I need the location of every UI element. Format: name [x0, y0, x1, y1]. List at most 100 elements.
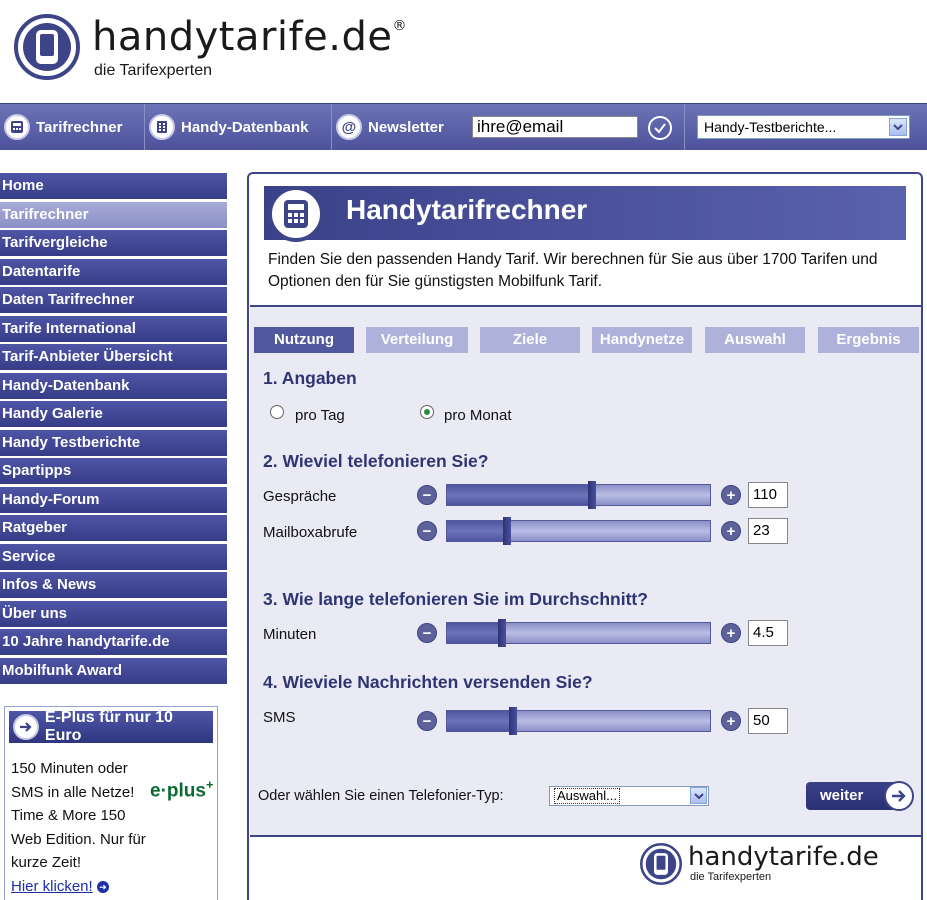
sidebar-item-handy-datenbank[interactable]: Handy-Datenbank	[0, 372, 227, 399]
tab-nutzung[interactable]: Nutzung	[254, 327, 354, 353]
newsletter-email-input[interactable]: ihre@email	[472, 116, 638, 138]
chevron-down-icon[interactable]	[690, 787, 707, 804]
mailboxabrufe-slider[interactable]	[446, 517, 711, 545]
promo-link[interactable]: Hier klicken!	[11, 878, 93, 895]
minuten-slider[interactable]	[446, 619, 711, 647]
panel-title-bar: Handytarifrechner	[264, 186, 906, 240]
tab-auswahl[interactable]: Auswahl	[705, 327, 805, 353]
section-angaben-heading: 1. Angaben	[263, 368, 357, 388]
mailboxabrufe-plus-icon[interactable]: +	[721, 521, 741, 541]
topnav-handy-datenbank-label: Handy-Datenbank	[181, 118, 309, 136]
sidebar-item-infos-news[interactable]: Infos & News	[0, 572, 227, 598]
calculator-icon	[4, 114, 30, 140]
sidebar-item-tarif-anbieter[interactable]: Tarif-Anbieter Übersicht	[0, 344, 227, 370]
calculator-icon	[268, 186, 324, 242]
arrow-right-icon	[884, 781, 914, 811]
mailboxabrufe-input[interactable]: 23	[748, 518, 788, 544]
arrow-right-icon	[13, 714, 39, 740]
minuten-minus-icon[interactable]: −	[417, 623, 437, 643]
sms-plus-icon[interactable]: +	[721, 711, 741, 731]
minuten-label: Minuten	[263, 626, 317, 643]
telefonier-typ-select[interactable]: Auswahl...	[549, 786, 709, 806]
newsletter-submit-check-icon[interactable]	[648, 116, 672, 140]
radio-pro-tag-label[interactable]: pro Tag	[295, 407, 345, 424]
tab-verteilung[interactable]: Verteilung	[366, 327, 468, 353]
sidebar-item-handy-forum[interactable]: Handy-Forum	[0, 486, 227, 513]
sidebar-item-10-jahre[interactable]: 10 Jahre handytarife.de	[0, 629, 227, 655]
minuten-plus-icon[interactable]: +	[721, 623, 741, 643]
mailboxabrufe-slider-thumb[interactable]	[503, 517, 512, 545]
sidebar-item-ueber-uns[interactable]: Über uns	[0, 600, 227, 627]
phone-logo-icon	[14, 14, 80, 80]
minuten-input[interactable]: 4.5	[748, 620, 788, 646]
telefonier-typ-label: Oder wählen Sie einen Telefonier-Typ:	[258, 788, 504, 804]
brand-tagline: die Tarifexperten	[94, 62, 212, 79]
link-arrow-icon[interactable]: ➜	[96, 880, 109, 893]
page-title: Handytarifrechner	[346, 194, 588, 225]
sidebar-item-tarifvergleiche[interactable]: Tarifvergleiche	[0, 230, 227, 256]
section-telefonieren-heading: 2. Wieviel telefonieren Sie?	[263, 451, 489, 471]
sidebar-item-datentarife[interactable]: Datentarife	[0, 258, 227, 285]
sidebar-item-mobilfunk-award[interactable]: Mobilfunk Award	[0, 657, 227, 684]
gespraeche-slider-thumb[interactable]	[587, 481, 596, 509]
sidebar-item-home[interactable]: Home	[0, 173, 227, 199]
minuten-slider-thumb[interactable]	[498, 619, 507, 647]
sidebar-item-spartipps[interactable]: Spartipps	[0, 458, 227, 484]
topnav-handy-datenbank[interactable]: Handy-Datenbank	[145, 104, 332, 150]
sms-input[interactable]: 50	[748, 708, 788, 734]
mailboxabrufe-minus-icon[interactable]: −	[417, 521, 437, 541]
tab-handynetze[interactable]: Handynetze	[592, 327, 692, 353]
tab-ergebnis[interactable]: Ergebnis	[818, 327, 919, 353]
sidebar-item-handy-testberichte[interactable]: Handy Testberichte	[0, 429, 227, 456]
topnav-newsletter-label: Newsletter	[368, 118, 444, 136]
mailboxabrufe-slider-fill	[447, 521, 508, 541]
footer-brand-logo[interactable]: handytarife.de die Tarifexperten	[640, 840, 920, 890]
sms-slider-thumb[interactable]	[508, 707, 517, 735]
topnav-tarifrechner[interactable]: Tarifrechner	[0, 104, 145, 150]
sidebar-item-tarifrechner[interactable]: Tarifrechner	[0, 201, 227, 228]
promo-box: E-Plus für nur 10 Euro 150 Minuten oder …	[4, 706, 218, 900]
sms-slider[interactable]	[446, 707, 711, 735]
telefonier-typ-value: Auswahl...	[554, 788, 620, 804]
footer-brand-tagline: die Tarifexperten	[690, 871, 772, 883]
at-icon: @	[336, 114, 362, 140]
registered-mark: ®	[392, 18, 407, 34]
radio-pro-monat-label[interactable]: pro Monat	[444, 407, 512, 424]
radio-pro-tag[interactable]	[270, 405, 284, 419]
weiter-button[interactable]: weiter	[806, 781, 916, 811]
chevron-down-icon[interactable]	[889, 118, 907, 136]
section-durchschnitt-heading: 3. Wie lange telefonieren Sie im Durchsc…	[263, 589, 648, 609]
tab-ziele[interactable]: Ziele	[480, 327, 580, 353]
sms-minus-icon[interactable]: −	[417, 711, 437, 731]
sidebar-item-service[interactable]: Service	[0, 543, 227, 570]
sidebar-item-ratgeber[interactable]: Ratgeber	[0, 515, 227, 541]
sidebar-item-daten-tarifrechner[interactable]: Daten Tarifrechner	[0, 287, 227, 313]
gespraeche-input[interactable]: 110	[748, 482, 788, 508]
topnav-tarifrechner-label: Tarifrechner	[36, 118, 123, 136]
eplus-logo-text: e·plus	[150, 780, 206, 802]
promo-header[interactable]: E-Plus für nur 10 Euro	[9, 709, 213, 744]
radio-pro-monat[interactable]	[420, 405, 434, 419]
sidebar-item-tarife-international[interactable]: Tarife International	[0, 315, 227, 342]
minuten-slider-fill	[447, 623, 503, 643]
footer-brand-name: handytarife.de	[688, 842, 879, 872]
section-nachrichten-heading: 4. Wieviele Nachrichten versenden Sie?	[263, 672, 593, 692]
gespraeche-minus-icon[interactable]: −	[417, 485, 437, 505]
database-icon	[149, 114, 175, 140]
brand-name: handytarife.de	[92, 14, 393, 60]
promo-body: 150 Minuten oder SMS in alle Netze! Time…	[11, 760, 146, 871]
sidebar-item-handy-galerie[interactable]: Handy Galerie	[0, 401, 227, 427]
promo-title: E-Plus für nur 10 Euro	[44, 709, 173, 744]
sidebar-menu: Home Tarifrechner Tarifvergleiche Datent…	[0, 173, 227, 686]
sms-slider-fill	[447, 711, 513, 731]
testberichte-select[interactable]: Handy-Testberichte...	[697, 115, 910, 139]
eplus-logo: e·plus+	[150, 777, 214, 802]
phone-logo-icon	[640, 843, 682, 885]
mailboxabrufe-label: Mailboxabrufe	[263, 524, 358, 541]
gespraeche-slider-fill	[447, 485, 592, 505]
gespraeche-plus-icon[interactable]: +	[721, 485, 741, 505]
gespraeche-slider[interactable]	[446, 481, 711, 509]
gespraeche-label: Gespräche	[263, 488, 337, 505]
sms-label: SMS	[263, 709, 296, 726]
testberichte-select-value: Handy-Testberichte...	[704, 119, 837, 135]
